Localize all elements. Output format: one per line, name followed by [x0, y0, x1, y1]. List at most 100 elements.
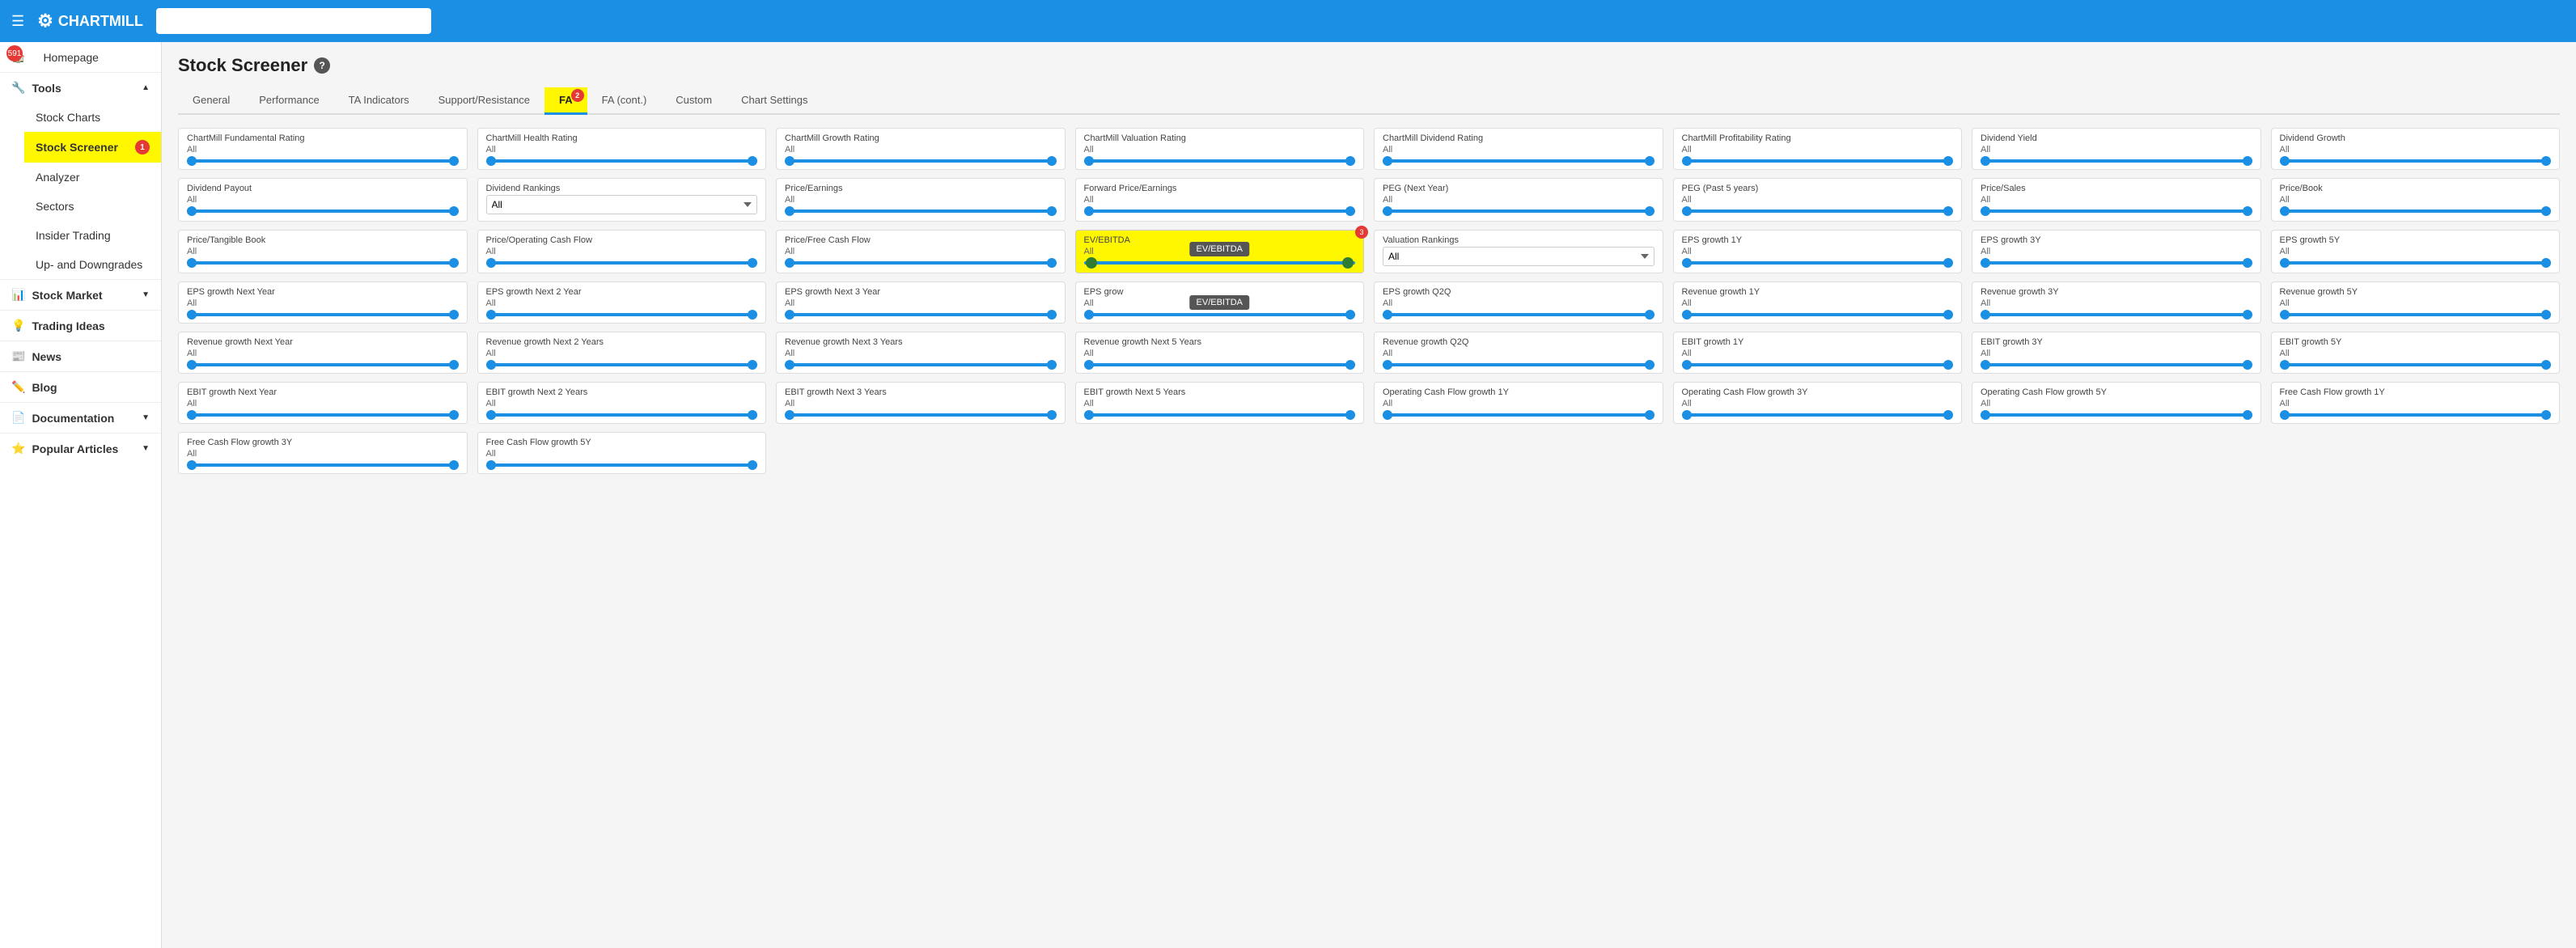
sidebar-tools-section[interactable]: 🔧 Tools ▲: [0, 72, 161, 103]
slider-thumb-left[interactable]: [486, 156, 496, 166]
slider-thumb-left[interactable]: [1981, 360, 1990, 370]
slider-thumb-right[interactable]: [1943, 258, 1953, 268]
tab-fa[interactable]: FA 2: [544, 87, 587, 115]
slider-thumb-right[interactable]: [1943, 360, 1953, 370]
slider-thumb-right[interactable]: [1645, 410, 1654, 420]
slider-thumb-right[interactable]: [2243, 258, 2252, 268]
slider-thumb-left[interactable]: [2280, 360, 2290, 370]
slider-thumb-left[interactable]: [486, 410, 496, 420]
tab-ta-indicators[interactable]: TA Indicators: [334, 87, 424, 115]
slider-thumb-right[interactable]: [2243, 310, 2252, 320]
slider-thumb-right[interactable]: [1345, 206, 1355, 216]
search-input[interactable]: [156, 8, 431, 34]
slider-thumb-left[interactable]: [2280, 156, 2290, 166]
slider-thumb-left[interactable]: [1682, 258, 1692, 268]
sidebar-item-insider-trading[interactable]: Insider Trading: [24, 221, 161, 250]
slider-thumb-right[interactable]: [1645, 360, 1654, 370]
slider-thumb-left[interactable]: [785, 206, 794, 216]
slider-thumb-right[interactable]: [1047, 360, 1057, 370]
slider-thumb-right[interactable]: [1047, 310, 1057, 320]
tab-performance[interactable]: Performance: [244, 87, 333, 115]
slider-thumb-right[interactable]: [2541, 410, 2551, 420]
tab-general[interactable]: General: [178, 87, 244, 115]
slider-thumb-left[interactable]: [486, 258, 496, 268]
slider-thumb-right[interactable]: [2541, 258, 2551, 268]
menu-icon[interactable]: ☰: [11, 13, 24, 30]
sidebar-item-up-downgrades[interactable]: Up- and Downgrades: [24, 250, 161, 279]
slider-thumb-right[interactable]: [1047, 410, 1057, 420]
slider-thumb-right[interactable]: [2541, 310, 2551, 320]
slider-thumb-left[interactable]: [486, 360, 496, 370]
slider-thumb-right[interactable]: [1645, 156, 1654, 166]
sidebar-news-section[interactable]: 📰 News: [0, 341, 161, 371]
slider-thumb-right[interactable]: [1047, 258, 1057, 268]
slider-thumb-left[interactable]: [785, 310, 794, 320]
sidebar-blog-section[interactable]: ✏️ Blog: [0, 371, 161, 402]
sidebar-documentation-section[interactable]: 📄 Documentation ▼: [0, 402, 161, 433]
slider-thumb-left[interactable]: [187, 410, 197, 420]
slider-thumb-left[interactable]: [1383, 156, 1392, 166]
help-icon[interactable]: ?: [314, 57, 330, 74]
slider-thumb-right[interactable]: [1047, 156, 1057, 166]
tab-chart-settings[interactable]: Chart Settings: [727, 87, 822, 115]
sidebar-trading-ideas-section[interactable]: 💡 Trading Ideas: [0, 310, 161, 341]
slider-thumb-left[interactable]: [1682, 410, 1692, 420]
slider-thumb-right[interactable]: [1342, 257, 1354, 269]
slider-thumb-right[interactable]: [1345, 156, 1355, 166]
slider-thumb-left[interactable]: [1682, 206, 1692, 216]
slider-thumb-left[interactable]: [187, 310, 197, 320]
slider-thumb-right[interactable]: [1345, 310, 1355, 320]
sidebar-popular-articles-section[interactable]: ⭐ Popular Articles ▼: [0, 433, 161, 463]
slider-thumb-right[interactable]: [1047, 206, 1057, 216]
tab-custom[interactable]: Custom: [661, 87, 727, 115]
slider-thumb-left[interactable]: [1084, 360, 1094, 370]
slider-thumb-right[interactable]: [1943, 310, 1953, 320]
sidebar-item-homepage[interactable]: 🏠 591 Homepage: [0, 42, 161, 72]
slider-thumb-right[interactable]: [2243, 360, 2252, 370]
slider-thumb-left[interactable]: [1981, 310, 1990, 320]
slider-thumb-left[interactable]: [785, 360, 794, 370]
dividend-rankings-select[interactable]: All Dividend Aristocrats Dividend Kings: [486, 195, 758, 214]
slider-thumb-left[interactable]: [2280, 206, 2290, 216]
slider-thumb-right[interactable]: [1645, 206, 1654, 216]
slider-thumb-left[interactable]: [1084, 156, 1094, 166]
slider-thumb-left[interactable]: [1084, 310, 1094, 320]
slider-thumb-right[interactable]: [2243, 156, 2252, 166]
slider-thumb-right[interactable]: [449, 410, 459, 420]
slider-thumb-left[interactable]: [2280, 310, 2290, 320]
sidebar-item-analyzer[interactable]: Analyzer: [24, 163, 161, 192]
sidebar-item-sectors[interactable]: Sectors: [24, 192, 161, 221]
slider-thumb-left[interactable]: [1383, 206, 1392, 216]
slider-thumb-left[interactable]: [1084, 410, 1094, 420]
slider-thumb-right[interactable]: [748, 410, 757, 420]
slider-thumb-right[interactable]: [1943, 206, 1953, 216]
slider-thumb-right[interactable]: [748, 460, 757, 470]
slider-thumb-right[interactable]: [2541, 156, 2551, 166]
slider-thumb-left[interactable]: [1086, 257, 1097, 269]
slider-thumb-left[interactable]: [2280, 258, 2290, 268]
slider-thumb-left[interactable]: [187, 360, 197, 370]
slider-thumb-left[interactable]: [187, 258, 197, 268]
slider-thumb-right[interactable]: [2243, 206, 2252, 216]
slider-thumb-right[interactable]: [748, 310, 757, 320]
sidebar-stock-market-section[interactable]: 📊 Stock Market ▼: [0, 279, 161, 310]
slider-thumb-left[interactable]: [1383, 410, 1392, 420]
slider-thumb-left[interactable]: [785, 410, 794, 420]
slider-thumb-left[interactable]: [1682, 156, 1692, 166]
tab-support-resistance[interactable]: Support/Resistance: [424, 87, 544, 115]
slider-thumb-left[interactable]: [2280, 410, 2290, 420]
slider-thumb-right[interactable]: [1345, 360, 1355, 370]
valuation-rankings-select[interactable]: All Undervalued Fair Value Overvalued: [1383, 247, 1654, 266]
slider-thumb-left[interactable]: [1981, 206, 1990, 216]
slider-thumb-right[interactable]: [449, 460, 459, 470]
slider-thumb-left[interactable]: [785, 156, 794, 166]
slider-thumb-left[interactable]: [1682, 310, 1692, 320]
slider-thumb-left[interactable]: [1383, 360, 1392, 370]
sidebar-item-stock-screener[interactable]: Stock Screener 1: [24, 132, 161, 163]
slider-thumb-right[interactable]: [1943, 156, 1953, 166]
slider-thumb-right[interactable]: [748, 156, 757, 166]
slider-thumb-right[interactable]: [449, 206, 459, 216]
slider-thumb-right[interactable]: [449, 310, 459, 320]
slider-thumb-right[interactable]: [2243, 410, 2252, 420]
slider-thumb-right[interactable]: [2541, 206, 2551, 216]
